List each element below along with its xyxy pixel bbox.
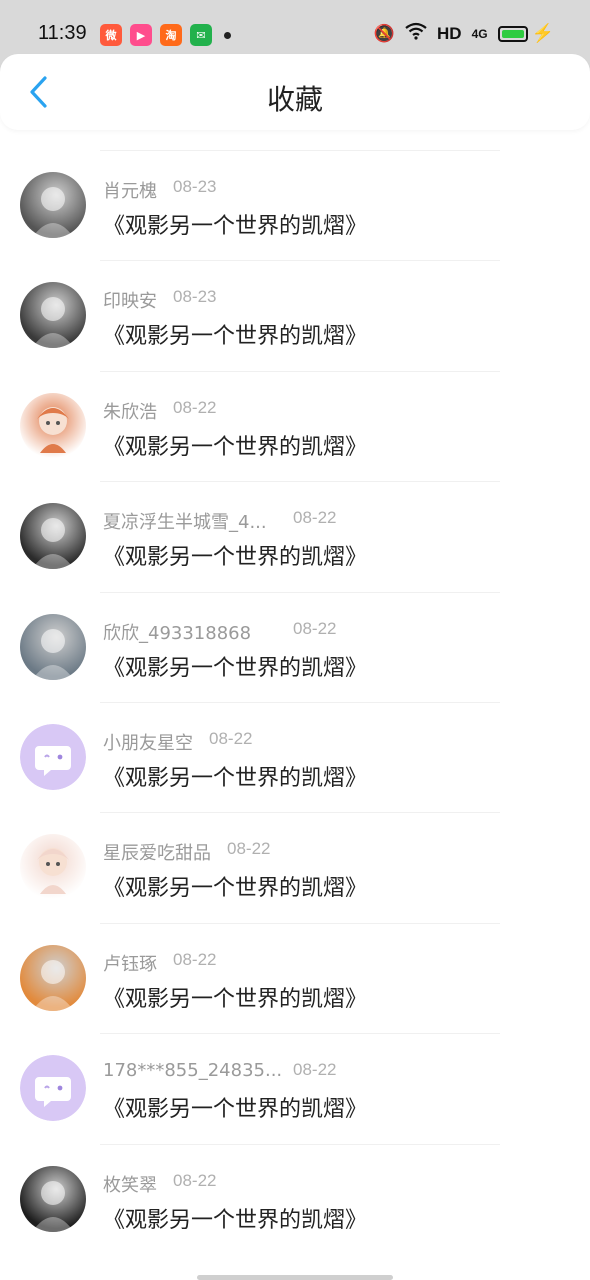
avatar[interactable] bbox=[20, 282, 86, 349]
favorites-list: 肖元槐 08-23 《观影另一个世界的凯熠》 印映安 08-23 《观影另一个世界的凯熠》… bbox=[0, 150, 590, 1254]
item-meta: 欣欣_493318868 08-22 bbox=[103, 619, 336, 645]
user-name[interactable]: 欣欣_493318868 bbox=[103, 619, 293, 645]
avatar[interactable] bbox=[20, 172, 86, 238]
item-title[interactable]: 《观影另一个世界的凯熠》 bbox=[103, 429, 367, 461]
user-name[interactable]: 印映安 bbox=[103, 287, 173, 313]
more-notifications-dot bbox=[224, 31, 231, 39]
avatar[interactable] bbox=[20, 834, 86, 901]
item-date: 08-22 bbox=[173, 949, 217, 969]
item-title[interactable]: 《观影另一个世界的凯熠》 bbox=[103, 760, 367, 792]
item-title[interactable]: 《观影另一个世界的凯熠》 bbox=[103, 539, 367, 571]
avatar[interactable] bbox=[20, 503, 86, 570]
default-avatar-icon bbox=[20, 1055, 86, 1122]
avatar[interactable] bbox=[20, 1165, 86, 1232]
user-name[interactable]: 178***855_24835... bbox=[103, 1060, 293, 1081]
divider bbox=[100, 370, 500, 372]
item-date: 08-22 bbox=[173, 397, 217, 417]
divider bbox=[100, 1033, 500, 1035]
list-item[interactable]: 欣欣_493318868 08-22 《观影另一个世界的凯熠》 bbox=[0, 591, 590, 702]
message-icon: ✉ bbox=[190, 24, 212, 46]
mute-icon: 🔕 bbox=[373, 23, 395, 43]
item-meta: 枚笑翠 08-22 bbox=[103, 1171, 216, 1197]
list-item[interactable]: 肖元槐 08-23 《观影另一个世界的凯熠》 bbox=[0, 150, 590, 260]
photo-avatar-icon bbox=[32, 187, 74, 238]
nav-header: 收藏 bbox=[0, 54, 590, 130]
item-date: 08-23 bbox=[173, 177, 217, 196]
taobao-icon: 淘 bbox=[160, 24, 182, 46]
notification-icons: 微 ▶ 淘 ✉ bbox=[100, 24, 231, 46]
item-meta: 夏凉浮生半城雪_4... 08-22 bbox=[103, 508, 336, 534]
list-item[interactable]: 178***855_24835... 08-22 《观影另一个世界的凯熠》 bbox=[0, 1033, 590, 1143]
item-meta: 朱欣浩 08-22 bbox=[103, 398, 216, 424]
list-item[interactable]: 星辰爱吃甜品 08-22 《观影另一个世界的凯熠》 bbox=[0, 812, 590, 922]
divider bbox=[100, 701, 500, 703]
list-item[interactable]: 夏凉浮生半城雪_4... 08-22 《观影另一个世界的凯熠》 bbox=[0, 481, 590, 591]
divider bbox=[100, 481, 500, 483]
divider bbox=[100, 591, 500, 593]
user-name[interactable]: 小朋友星空 bbox=[103, 729, 209, 755]
list-item[interactable]: 小朋友星空 08-22 《观影另一个世界的凯熠》 bbox=[0, 701, 590, 812]
divider bbox=[100, 1143, 500, 1145]
avatar[interactable] bbox=[20, 944, 86, 1011]
photo-avatar-icon bbox=[32, 518, 74, 570]
user-name[interactable]: 卢钰琢 bbox=[103, 950, 173, 976]
item-title[interactable]: 《观影另一个世界的凯熠》 bbox=[103, 981, 367, 1013]
status-right: 🔕 HD 4G ⚡ bbox=[374, 22, 554, 45]
cartoon-avatar-icon bbox=[37, 406, 69, 453]
kuaishou-icon: ▶ bbox=[130, 24, 152, 46]
photo-avatar-icon bbox=[32, 1180, 74, 1232]
item-title[interactable]: 《观影另一个世界的凯熠》 bbox=[103, 870, 367, 902]
user-name[interactable]: 肖元槐 bbox=[103, 177, 173, 203]
item-date: 08-22 bbox=[173, 1170, 217, 1190]
avatar[interactable] bbox=[20, 392, 86, 459]
item-date: 08-22 bbox=[293, 1060, 337, 1080]
signal-label: 4G bbox=[471, 26, 488, 41]
item-meta: 小朋友星空 08-22 bbox=[103, 729, 252, 755]
divider bbox=[100, 150, 500, 151]
item-date: 08-23 bbox=[173, 287, 217, 307]
list-item[interactable]: 枚笑翠 08-22 《观影另一个世界的凯熠》 bbox=[0, 1143, 590, 1254]
item-title[interactable]: 《观影另一个世界的凯熠》 bbox=[103, 208, 367, 240]
photo-avatar-icon bbox=[32, 628, 74, 680]
list-item[interactable]: 朱欣浩 08-22 《观影另一个世界的凯熠》 bbox=[0, 370, 590, 481]
photo-avatar-icon bbox=[32, 297, 74, 349]
list-item[interactable]: 印映安 08-23 《观影另一个世界的凯熠》 bbox=[0, 260, 590, 370]
item-title[interactable]: 《观影另一个世界的凯熠》 bbox=[103, 318, 367, 350]
home-indicator bbox=[197, 1275, 393, 1280]
divider bbox=[100, 260, 500, 262]
photo-avatar-icon bbox=[32, 959, 74, 1011]
item-meta: 印映安 08-23 bbox=[103, 287, 216, 313]
item-meta: 178***855_24835... 08-22 bbox=[103, 1060, 336, 1081]
item-title[interactable]: 《观影另一个世界的凯熠》 bbox=[103, 650, 367, 682]
item-date: 08-22 bbox=[227, 839, 271, 859]
status-time: 11:39 bbox=[38, 22, 87, 44]
avatar[interactable] bbox=[20, 613, 86, 680]
user-name[interactable]: 朱欣浩 bbox=[103, 398, 173, 424]
item-date: 08-22 bbox=[293, 508, 337, 528]
item-meta: 卢钰琢 08-22 bbox=[103, 950, 216, 976]
charging-icon: ⚡ bbox=[531, 23, 554, 43]
avatar[interactable] bbox=[20, 1055, 86, 1122]
wifi-icon bbox=[405, 22, 427, 45]
weibo-icon: 微 bbox=[100, 24, 122, 46]
user-name[interactable]: 夏凉浮生半城雪_4... bbox=[103, 508, 293, 534]
item-date: 08-22 bbox=[293, 618, 337, 638]
list-item[interactable]: 卢钰琢 08-22 《观影另一个世界的凯熠》 bbox=[0, 922, 590, 1033]
user-name[interactable]: 星辰爱吃甜品 bbox=[103, 839, 227, 865]
divider bbox=[100, 922, 500, 924]
item-meta: 肖元槐 08-23 bbox=[103, 177, 216, 203]
user-name[interactable]: 枚笑翠 bbox=[103, 1171, 173, 1197]
page-title: 收藏 bbox=[266, 83, 323, 116]
battery-icon bbox=[497, 25, 528, 42]
network-label: HD bbox=[437, 23, 462, 43]
default-avatar-icon bbox=[20, 723, 86, 790]
item-title[interactable]: 《观影另一个世界的凯熠》 bbox=[103, 1091, 367, 1123]
cartoon-avatar-icon bbox=[37, 848, 69, 895]
divider bbox=[100, 812, 500, 814]
avatar[interactable] bbox=[20, 723, 86, 790]
item-date: 08-22 bbox=[209, 728, 253, 748]
item-title[interactable]: 《观影另一个世界的凯熠》 bbox=[103, 1202, 367, 1234]
item-meta: 星辰爱吃甜品 08-22 bbox=[103, 839, 270, 865]
